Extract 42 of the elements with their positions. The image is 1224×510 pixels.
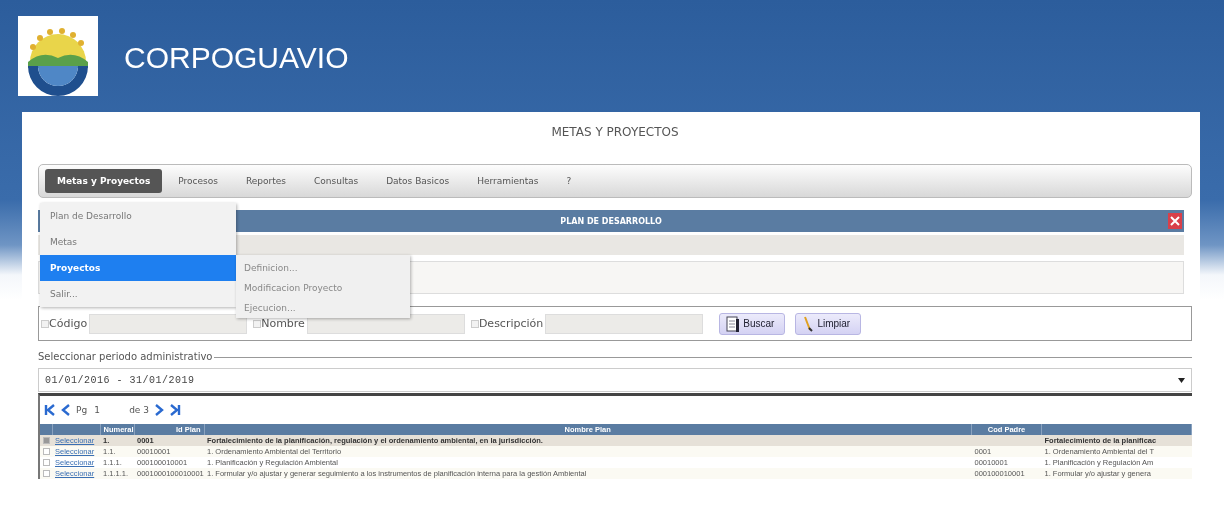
input-field[interactable] [545, 313, 704, 334]
input-field[interactable] [89, 313, 248, 334]
page-count: de 3 [129, 405, 149, 415]
row-checkbox[interactable] [43, 437, 50, 444]
menu-tab[interactable]: Datos Basicos [374, 169, 462, 193]
menu-tab[interactable]: Metas y Proyectos [45, 169, 163, 193]
menu-item[interactable]: Salir... [40, 281, 236, 307]
menu-tab[interactable]: Herramientas [465, 169, 551, 193]
menu-tab[interactable]: Consultas [302, 169, 371, 193]
checkbox[interactable] [253, 319, 262, 328]
menu-tab[interactable]: Procesos [166, 169, 230, 193]
site-title: CORPOGUAVIO [124, 41, 349, 75]
close-icon[interactable] [1168, 213, 1182, 229]
page-label: Pg [76, 405, 88, 415]
menu-tab[interactable]: Reportes [233, 169, 298, 193]
row-checkbox[interactable] [43, 470, 50, 477]
menu-tab[interactable]: ? [554, 169, 584, 193]
search-button[interactable]: Buscar [719, 312, 786, 335]
period-legend: Seleccionar periodo administrativo [38, 351, 215, 362]
clear-button[interactable]: Limpiar [795, 312, 862, 335]
panel-title: PLAN DE DESARROLLO [560, 216, 662, 226]
header-cell [52, 424, 100, 435]
filter-label: Nombre [261, 317, 305, 330]
next-page-icon[interactable] [153, 404, 165, 416]
dropdown-arrow-icon [1178, 377, 1185, 383]
page-title: METAS Y PROYECTOS [551, 125, 679, 139]
menu-item[interactable]: Plan de Desarrollo [40, 203, 236, 229]
brush-icon [802, 315, 815, 332]
document-icon [726, 315, 741, 332]
menu-item[interactable]: Proyectos [40, 255, 236, 281]
filter-label: Código [49, 317, 88, 330]
period-select[interactable]: 01/01/2016 - 31/01/2019 [38, 368, 1192, 392]
row-checkbox[interactable] [43, 448, 50, 455]
checkbox[interactable] [470, 319, 479, 328]
previous-page-icon[interactable] [60, 404, 72, 416]
filter-label: Descripción [478, 317, 544, 330]
checkbox[interactable] [41, 319, 49, 328]
menu-item[interactable]: Metas [40, 229, 236, 255]
header-cell [40, 424, 52, 435]
first-page-icon[interactable] [44, 404, 56, 416]
row-checkbox[interactable] [43, 459, 50, 466]
last-page-icon[interactable] [169, 404, 181, 416]
